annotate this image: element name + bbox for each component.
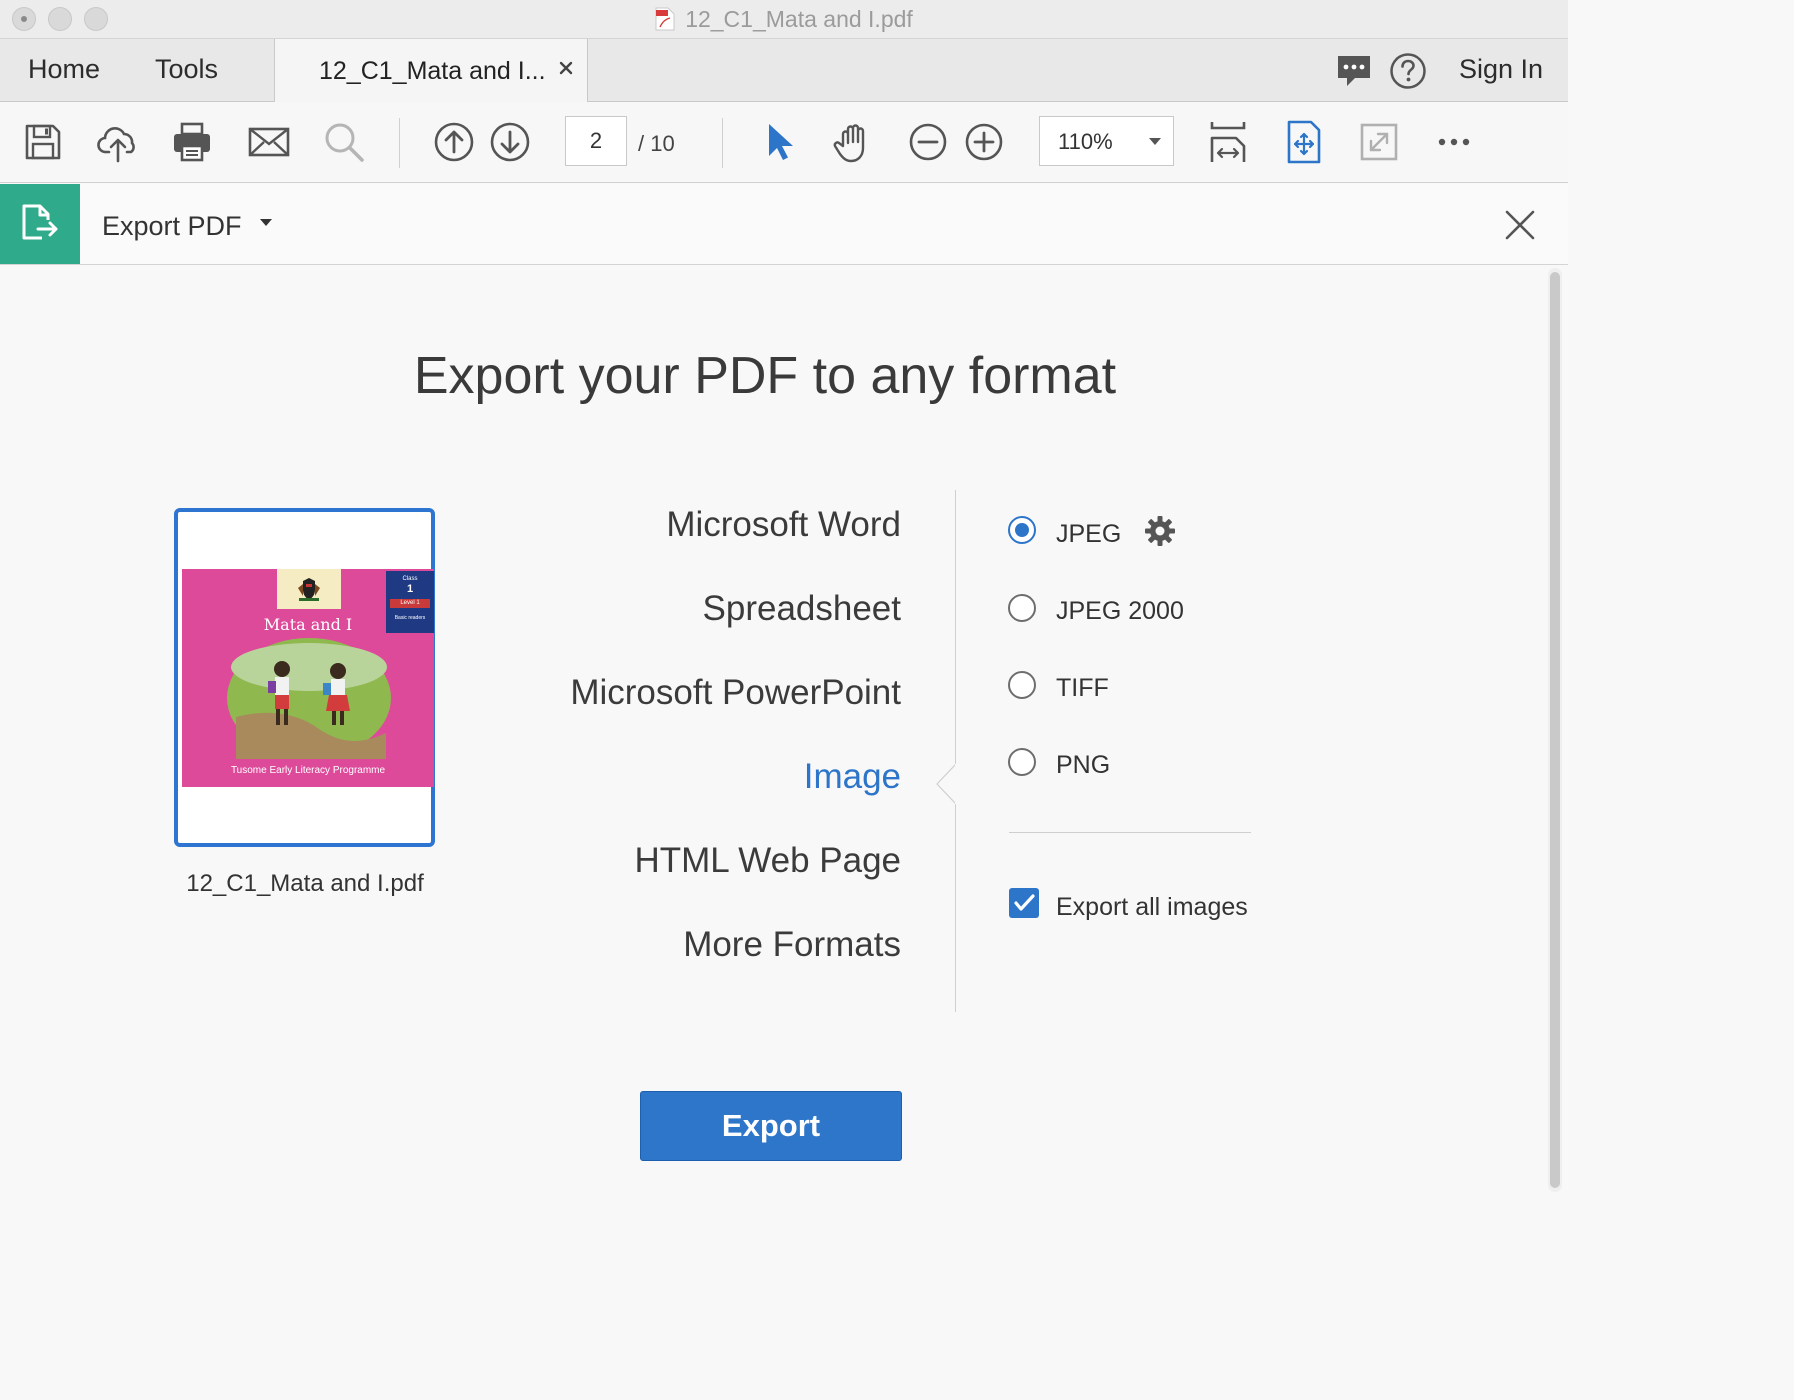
badge-level-text: Level 1 (390, 599, 430, 608)
zoom-in-icon[interactable] (962, 120, 1006, 164)
export-button[interactable]: Export (640, 1091, 902, 1161)
coat-of-arms-badge (277, 569, 341, 609)
close-icon[interactable] (1504, 209, 1536, 241)
close-tab-icon[interactable] (557, 59, 575, 77)
option-tiff-label: TIFF (1056, 674, 1109, 702)
export-all-images-label: Export all images (1056, 893, 1248, 921)
export-pdf-title-text: Export PDF (102, 211, 242, 241)
radio-jpeg[interactable] (1008, 516, 1036, 544)
format-html-web-page[interactable]: HTML Web Page (635, 841, 902, 881)
more-icon[interactable] (1432, 120, 1476, 164)
search-icon[interactable] (322, 120, 366, 164)
prev-page-icon[interactable] (432, 120, 476, 164)
export-pdf-title[interactable]: Export PDF (102, 184, 273, 268)
tab-bar: Home Tools 12_C1_Mata and I... Sign In (0, 39, 1568, 102)
format-microsoft-word[interactable]: Microsoft Word (666, 505, 901, 545)
zoom-value: 110% (1058, 129, 1113, 154)
window-title-text: 12_C1_Mata and I.pdf (685, 5, 913, 32)
help-icon[interactable] (1389, 52, 1427, 90)
file-name: 12_C1_Mata and I.pdf (186, 870, 424, 897)
tab-document-label: 12_C1_Mata and I... (319, 57, 546, 85)
page-number-input[interactable]: 2 (565, 116, 627, 166)
radio-jpeg-2000[interactable] (1008, 594, 1036, 622)
book-cover-image: Class 1 Level 1 Basic readers Mata and I… (182, 569, 434, 787)
format-spreadsheet[interactable]: Spreadsheet (703, 589, 901, 629)
fullscreen-icon[interactable] (1357, 120, 1401, 164)
export-file-icon (22, 204, 58, 240)
option-jpeg-2000-label: JPEG 2000 (1056, 597, 1184, 625)
tab-document[interactable]: 12_C1_Mata and I... (274, 39, 588, 102)
export-all-images-checkbox[interactable] (1009, 888, 1039, 918)
radio-tiff[interactable] (1008, 671, 1036, 699)
badge-class-text: Class (402, 576, 418, 582)
checkmark-icon (1014, 894, 1035, 911)
print-icon[interactable] (170, 120, 214, 164)
format-more-formats[interactable]: More Formats (683, 925, 901, 965)
window-title: 12_C1_Mata and I.pdf (0, 0, 1568, 38)
upload-icon[interactable] (96, 120, 140, 164)
selection-pointer (936, 764, 957, 804)
coat-of-arms-icon (298, 578, 320, 601)
option-png-label: PNG (1056, 751, 1111, 779)
export-pdf-tool-icon (0, 184, 80, 264)
select-cursor-icon[interactable] (757, 120, 801, 164)
options-divider (1009, 832, 1251, 833)
radio-png[interactable] (1008, 748, 1036, 776)
gear-icon[interactable] (1144, 515, 1176, 547)
page-total: / 10 (638, 131, 675, 156)
chevron-down-icon (1149, 138, 1161, 145)
scroll-mode-icon[interactable] (1282, 120, 1326, 164)
option-jpeg-label: JPEG (1056, 520, 1122, 548)
toolbar-divider (722, 118, 723, 168)
zoom-out-icon[interactable] (906, 120, 950, 164)
tab-home[interactable]: Home (28, 39, 100, 101)
chevron-down-icon (260, 219, 273, 227)
badge-class-number: 1 (406, 583, 414, 595)
pdf-file-icon (655, 7, 675, 31)
scrollbar-thumb[interactable] (1550, 272, 1560, 1188)
toolbar: 2 / 10 110% (0, 102, 1568, 183)
export-pdf-header: Export PDF (0, 184, 1568, 265)
format-divider (955, 490, 956, 1012)
next-page-icon[interactable] (488, 120, 532, 164)
document-thumbnail[interactable]: Class 1 Level 1 Basic readers Mata and I… (174, 508, 435, 847)
title-bar: 12_C1_Mata and I.pdf (0, 0, 1568, 39)
sign-in-button[interactable]: Sign In (1459, 39, 1543, 101)
fit-page-icon[interactable] (1206, 120, 1250, 164)
hand-tool-icon[interactable] (831, 120, 875, 164)
toolbar-divider (399, 118, 400, 168)
comment-icon[interactable] (1335, 52, 1373, 90)
format-microsoft-powerpoint[interactable]: Microsoft PowerPoint (570, 673, 901, 713)
cover-illustration (227, 638, 391, 759)
tab-tools[interactable]: Tools (155, 39, 218, 101)
page-title: Export your PDF to any format (413, 347, 1117, 405)
cover-title: Mata and I (263, 615, 353, 634)
save-icon[interactable] (21, 120, 65, 164)
format-image[interactable]: Image (804, 757, 901, 797)
mail-icon[interactable] (247, 120, 291, 164)
cover-footer: Tusome Early Literacy Programme (230, 765, 386, 776)
zoom-select[interactable]: 110% (1039, 116, 1174, 166)
